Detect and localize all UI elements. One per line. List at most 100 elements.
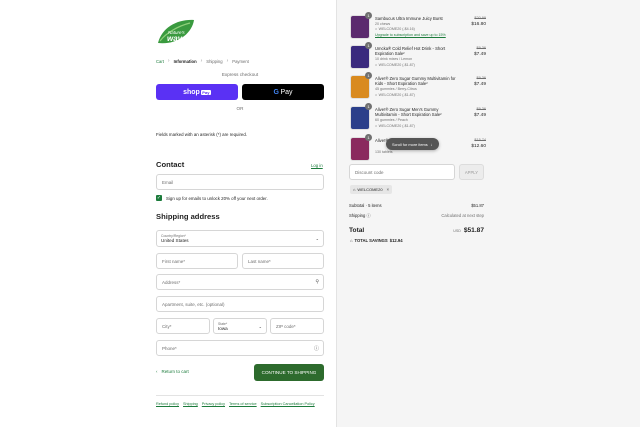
login-link[interactable]: Log in xyxy=(311,163,323,168)
item-price: $7.49 xyxy=(473,52,486,57)
privacy-policy-link[interactable]: Privacy policy xyxy=(202,402,225,406)
scroll-more-items-button[interactable]: Scroll for more items ↓ xyxy=(386,138,439,150)
currency-code: USD xyxy=(453,229,461,233)
shipping-label: Shipping xyxy=(349,213,366,218)
item-name: Umcka® Cold Relief Hot Drink - Short Exp… xyxy=(375,46,446,57)
help-circle-icon[interactable]: ⓘ xyxy=(366,213,370,218)
breadcrumb-shipping: Shipping xyxy=(206,58,223,64)
apartment-field[interactable] xyxy=(156,296,324,312)
item-discount-text: WELCOME20 (-$1.87) xyxy=(378,63,415,67)
required-note: Fields marked with an asterisk (*) are r… xyxy=(156,132,248,137)
cart-item: 1 Alive!® Zero Sugar Gummy Multivitamin … xyxy=(350,72,486,105)
shop-pay-badge: Pay xyxy=(200,89,211,95)
quantity-badge: 1 xyxy=(365,12,372,19)
item-price: $7.49 xyxy=(473,82,486,87)
shop-pay-label: shop xyxy=(183,88,200,96)
last-name-input[interactable] xyxy=(248,258,323,264)
city-field[interactable] xyxy=(156,318,210,334)
item-original-price: $9.36 xyxy=(476,107,486,111)
google-pay-button[interactable]: G Pay xyxy=(242,84,324,100)
cart-item: 1 Alive!® Zero Sugar Men's Gummy Multivi… xyxy=(350,103,486,136)
phone-field[interactable]: ⓘ xyxy=(156,340,324,356)
item-discount: ⌂ WELCOME20 (-$1.87) xyxy=(375,63,415,67)
refund-policy-link[interactable]: Refund policy xyxy=(156,402,179,406)
email-field[interactable] xyxy=(156,174,324,190)
continue-to-shipping-button[interactable]: CONTINUE TO SHIPPING xyxy=(254,364,324,381)
tag-icon: ⌂ xyxy=(375,93,378,97)
item-variant: 130 tablets xyxy=(375,150,393,154)
address-input[interactable] xyxy=(162,279,323,285)
subscription-cancellation-link[interactable]: Subscription Cancellation Policy xyxy=(261,402,315,406)
footer-links: Refund policy Shipping Privacy policy Te… xyxy=(156,402,324,406)
item-price: $7.49 xyxy=(473,113,486,118)
item-variant: 45 gummies / Berry-Citrus xyxy=(375,87,417,91)
apply-discount-button[interactable]: APPLY xyxy=(459,164,484,180)
shipping-policy-link[interactable]: Shipping xyxy=(183,402,198,406)
zip-input[interactable] xyxy=(276,323,323,329)
logo-text-bottom: way xyxy=(167,34,183,43)
first-name-input[interactable] xyxy=(162,258,237,264)
last-name-field[interactable] xyxy=(242,253,324,269)
item-discount: ⌂ WELCOME20 (-$4.16) xyxy=(375,27,415,31)
email-input[interactable] xyxy=(162,179,323,185)
cart-item: 1 Sambucus Ultra Immune Juicy Burst 20 c… xyxy=(350,12,486,45)
express-checkout-title: Express checkout xyxy=(221,72,259,77)
or-divider: OR xyxy=(236,106,244,111)
newsletter-checkbox-row[interactable]: ✓ Sign up for emails to unlock 20% off y… xyxy=(156,195,268,201)
item-original-price: $9.36 xyxy=(476,76,486,80)
phone-input[interactable] xyxy=(162,345,323,351)
tag-icon: ⌂ xyxy=(353,187,356,192)
item-discount: ⌂ WELCOME20 (-$1.87) xyxy=(375,124,415,128)
savings-value: $12.94 xyxy=(389,238,403,243)
item-discount-text: WELCOME20 (-$4.16) xyxy=(378,27,415,31)
remove-discount-icon[interactable]: × xyxy=(387,187,390,192)
state-select[interactable]: State* Iowa ⌄ xyxy=(213,318,267,334)
footer-divider xyxy=(156,395,324,396)
quantity-badge: 1 xyxy=(365,103,372,110)
item-price: $16.80 xyxy=(471,22,486,27)
checkout-form-panel: Nature's way Cart › Information › Shippi… xyxy=(0,0,336,427)
chevron-left-icon: ‹ xyxy=(156,369,158,374)
country-select[interactable]: Country/Region* United States ⌄ xyxy=(156,230,324,247)
return-to-cart-label: Return to cart xyxy=(161,369,189,374)
chevron-right-icon: › xyxy=(167,58,170,64)
total-label: Total xyxy=(349,227,365,234)
tag-icon: ⌂ xyxy=(375,63,378,67)
discount-code-field[interactable] xyxy=(349,164,455,180)
subtotal-label: Subtotal · 5 items xyxy=(349,203,382,208)
subtotal-value: $51.87 xyxy=(471,203,484,208)
google-pay-label: Pay xyxy=(280,88,293,96)
help-circle-icon[interactable]: ⓘ xyxy=(314,345,319,352)
return-to-cart-link[interactable]: ‹ Return to cart xyxy=(156,369,189,374)
item-original-price: $9.36 xyxy=(476,46,486,50)
search-icon: ⚲ xyxy=(315,279,319,285)
shop-pay-button[interactable]: shop Pay xyxy=(156,84,238,100)
total-savings: ⌂ TOTAL SAVINGS $12.94 xyxy=(350,238,403,243)
item-name: Alive!® Zero Sugar Gummy Multivitamin fo… xyxy=(375,76,456,87)
tag-icon: ⌂ xyxy=(350,238,353,243)
applied-discount-chip: ⌂ WELCOME20 × xyxy=(350,185,393,194)
tag-icon: ⌂ xyxy=(375,27,378,31)
total-value: $51.87 xyxy=(463,227,484,234)
quantity-badge: 1 xyxy=(365,72,372,79)
zip-field[interactable] xyxy=(270,318,324,334)
discount-code-input[interactable] xyxy=(355,169,454,175)
state-value: Iowa xyxy=(218,325,228,331)
newsletter-label: Sign up for emails to unlock 20% off you… xyxy=(166,195,268,201)
breadcrumb-cart[interactable]: Cart xyxy=(156,59,164,64)
breadcrumb-payment: Payment xyxy=(232,58,249,64)
apartment-input[interactable] xyxy=(162,301,323,307)
city-input[interactable] xyxy=(162,323,209,329)
upgrade-subscription-link[interactable]: Upgrade to subscription and save up to 1… xyxy=(375,33,446,37)
savings-label: TOTAL SAVINGS xyxy=(354,238,388,243)
checkbox-checked-icon[interactable]: ✓ xyxy=(156,195,162,201)
item-original-price: $15.74 xyxy=(474,138,486,142)
first-name-field[interactable] xyxy=(156,253,238,269)
natures-way-logo[interactable]: Nature's way xyxy=(156,17,196,47)
item-discount: ⌂ WELCOME20 (-$1.87) xyxy=(375,93,415,97)
address-field[interactable]: ⚲ xyxy=(156,274,324,290)
item-price: $12.60 xyxy=(471,144,486,149)
terms-of-service-link[interactable]: Terms of service xyxy=(229,402,257,406)
item-name: Sambucus Ultra Immune Juicy Burst xyxy=(375,16,443,21)
item-original-price: $20.99 xyxy=(474,16,486,20)
